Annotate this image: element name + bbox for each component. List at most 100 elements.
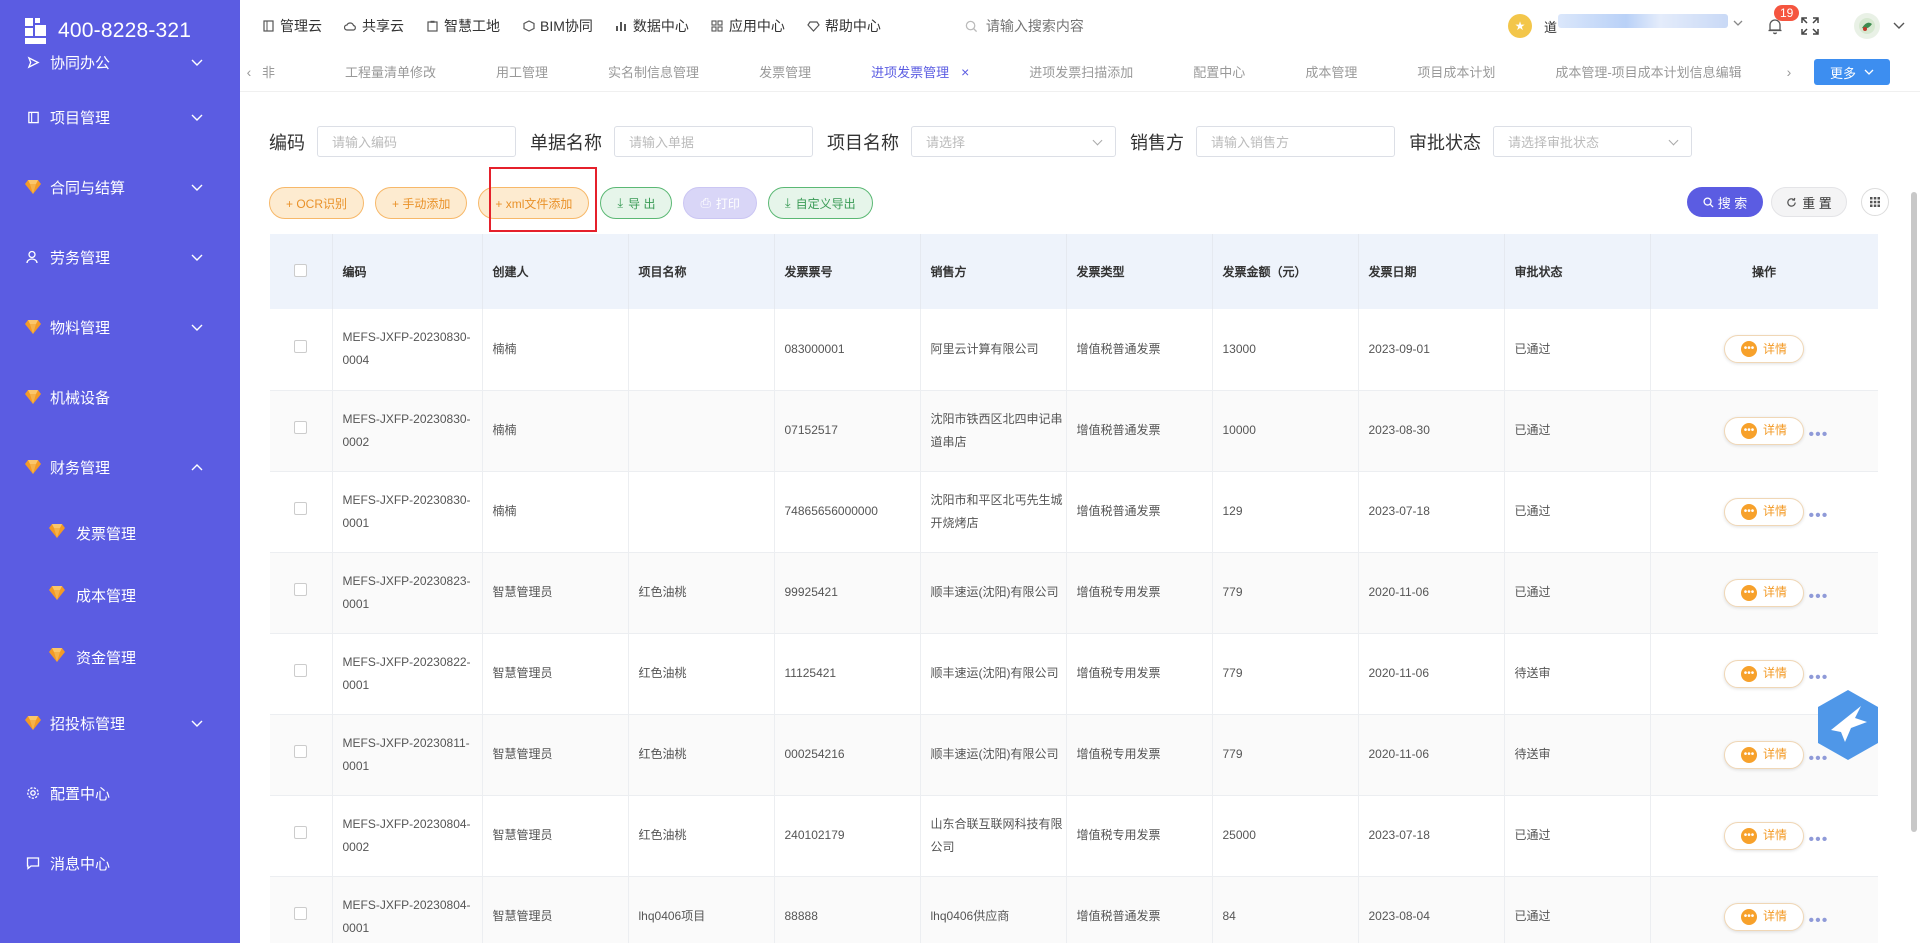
row-select-cell[interactable] xyxy=(270,390,333,472)
row-checkbox[interactable] xyxy=(294,907,308,920)
print-button[interactable]: ⎙ 打印 xyxy=(683,187,757,219)
gem-icon xyxy=(24,318,42,336)
sidebar-item[interactable]: 劳务管理 xyxy=(0,222,240,292)
top-link[interactable]: 共享云 xyxy=(344,16,404,36)
tab[interactable]: 用工管理 xyxy=(466,62,578,81)
filter-input[interactable]: 请输入单据 xyxy=(614,126,813,157)
table-row: MEFS-JXFP-20230823-0001 智慧管理员 红色油桃 99925421… xyxy=(270,552,1878,634)
tabs-more-button[interactable]: 更多 xyxy=(1814,59,1890,85)
xml-add-button[interactable]: + xml文件添加 xyxy=(478,187,590,219)
detail-button[interactable]: ••• 详情 xyxy=(1724,821,1804,850)
detail-button[interactable]: ••• 详情 xyxy=(1724,416,1804,445)
filter-input[interactable]: 请输入销售方 xyxy=(1196,126,1395,157)
profile-avatar[interactable] xyxy=(1854,13,1880,39)
sidebar-item[interactable]: 物料管理 xyxy=(0,292,240,362)
column-settings-button[interactable] xyxy=(1861,188,1889,216)
detail-button[interactable]: ••• 详情 xyxy=(1724,902,1804,931)
tab[interactable]: 非 xyxy=(258,62,315,81)
sidebar-item[interactable]: 财务管理 xyxy=(0,432,240,502)
detail-button[interactable]: ••• 详情 xyxy=(1724,335,1804,364)
more-actions-icon[interactable]: ••• xyxy=(1809,909,1829,932)
more-actions-icon[interactable]: ••• xyxy=(1809,423,1829,446)
page-scrollbar[interactable] xyxy=(1908,92,1920,943)
row-select-cell[interactable] xyxy=(270,714,333,796)
row-select-cell[interactable] xyxy=(270,795,333,877)
row-select-cell[interactable] xyxy=(270,633,333,715)
sidebar-item[interactable]: 消息中心 xyxy=(0,828,240,898)
row-checkbox[interactable] xyxy=(294,826,308,839)
close-icon[interactable]: × xyxy=(961,64,969,80)
tab[interactable]: 配置中心 xyxy=(1163,62,1275,81)
tabs-scroll-left[interactable]: ‹ xyxy=(240,64,258,80)
tab[interactable]: 进项发票管理 × xyxy=(841,62,999,81)
more-actions-icon[interactable]: ••• xyxy=(1809,504,1829,527)
select-all-checkbox[interactable] xyxy=(294,263,308,277)
notification-bell[interactable]: 19 xyxy=(1766,5,1800,35)
filter-select[interactable]: 请选择 xyxy=(911,126,1116,157)
sidebar-item[interactable]: 合同与结算 xyxy=(0,152,240,222)
top-link[interactable]: 帮助中心 xyxy=(807,16,881,36)
top-link[interactable]: 应用中心 xyxy=(711,16,785,36)
sidebar-sub-item[interactable]: 资金管理 xyxy=(0,626,240,688)
row-checkbox[interactable] xyxy=(294,502,308,515)
manual-add-button[interactable]: + 手动添加 xyxy=(375,187,468,219)
more-actions-icon[interactable]: ••• xyxy=(1809,828,1829,851)
more-actions-icon[interactable]: ••• xyxy=(1809,585,1829,608)
top-link[interactable]: 智慧工地 xyxy=(426,16,500,36)
cell-actions: ••• 详情 ••• xyxy=(1650,876,1878,943)
tabs-scroll-right[interactable]: › xyxy=(1780,64,1798,80)
detail-button[interactable]: ••• 详情 xyxy=(1724,659,1804,688)
sidebar-item[interactable]: 协同办公 xyxy=(0,42,240,82)
user-name[interactable]: 道 xyxy=(1544,13,1744,36)
row-select-cell[interactable] xyxy=(270,309,333,391)
sidebar-sub-item[interactable]: 成本管理 xyxy=(0,564,240,626)
sidebar-item-label: 财务管理 xyxy=(50,459,111,477)
tab[interactable]: 成本管理-项目成本计划信息编辑 xyxy=(1525,62,1771,81)
row-select-cell[interactable] xyxy=(270,552,333,634)
row-checkbox[interactable] xyxy=(294,421,308,434)
tab[interactable]: 实名制信息管理 xyxy=(578,62,729,81)
sidebar-item[interactable]: 机械设备 xyxy=(0,362,240,432)
table-row: MEFS-JXFP-20230830-0001 楠楠 74865656000000 沈… xyxy=(270,471,1878,553)
tab[interactable]: 发票管理 xyxy=(729,62,841,81)
detail-button[interactable]: ••• 详情 xyxy=(1724,497,1804,526)
tab[interactable]: 成本管理 xyxy=(1275,62,1387,81)
filter-select[interactable]: 请选择审批状态 xyxy=(1493,126,1692,157)
top-link[interactable]: 数据中心 xyxy=(615,16,689,36)
assistant-bird-button[interactable] xyxy=(1815,688,1881,762)
ellipsis-icon: ••• xyxy=(1740,908,1757,925)
top-link[interactable]: 管理云 xyxy=(262,16,322,36)
select-all-cell[interactable] xyxy=(270,234,333,309)
sidebar-sub-item-label: 成本管理 xyxy=(76,587,137,605)
top-link[interactable]: BIM协同 xyxy=(522,16,593,36)
profile-menu-toggle[interactable] xyxy=(1892,19,1906,34)
sidebar-sub-item[interactable]: 发票管理 xyxy=(0,502,240,564)
sidebar-item[interactable]: 项目管理 xyxy=(0,82,240,152)
scrollbar-thumb[interactable] xyxy=(1911,192,1917,832)
sidebar-item[interactable]: 招投标管理 xyxy=(0,688,240,758)
row-checkbox[interactable] xyxy=(294,583,308,596)
sidebar-item[interactable]: 配置中心 xyxy=(0,758,240,828)
detail-button[interactable]: ••• 详情 xyxy=(1724,740,1804,769)
reset-button[interactable]: 重 置 xyxy=(1771,187,1847,217)
tab[interactable]: 项目成本计划 xyxy=(1387,62,1525,81)
fullscreen-button[interactable] xyxy=(1800,16,1820,36)
custom-export-button[interactable]: ⤓ 自定义导出 xyxy=(767,187,873,219)
global-search[interactable] xyxy=(965,18,1385,34)
export-button[interactable]: ⤓ 导 出 xyxy=(600,187,673,219)
more-actions-icon[interactable]: ••• xyxy=(1809,666,1829,689)
row-checkbox[interactable] xyxy=(294,339,308,353)
row-checkbox[interactable] xyxy=(294,664,308,677)
row-select-cell[interactable] xyxy=(270,471,333,553)
ocr-button[interactable]: + OCR识别 xyxy=(269,187,365,219)
tab[interactable]: 进项发票扫描添加 xyxy=(999,62,1163,81)
user-avatar[interactable]: ★ xyxy=(1508,14,1532,38)
search-button[interactable]: 搜 索 xyxy=(1687,187,1763,217)
row-select-cell[interactable] xyxy=(270,876,333,943)
global-search-input[interactable] xyxy=(985,18,1286,34)
filter-input[interactable]: 请输入编码 xyxy=(317,126,516,157)
detail-button[interactable]: ••• 详情 xyxy=(1724,578,1804,607)
row-checkbox[interactable] xyxy=(294,745,308,758)
cell-seller: 山东合联互联网科技有限公司 xyxy=(920,795,1067,877)
tab[interactable]: 工程量清单修改 xyxy=(315,62,466,81)
